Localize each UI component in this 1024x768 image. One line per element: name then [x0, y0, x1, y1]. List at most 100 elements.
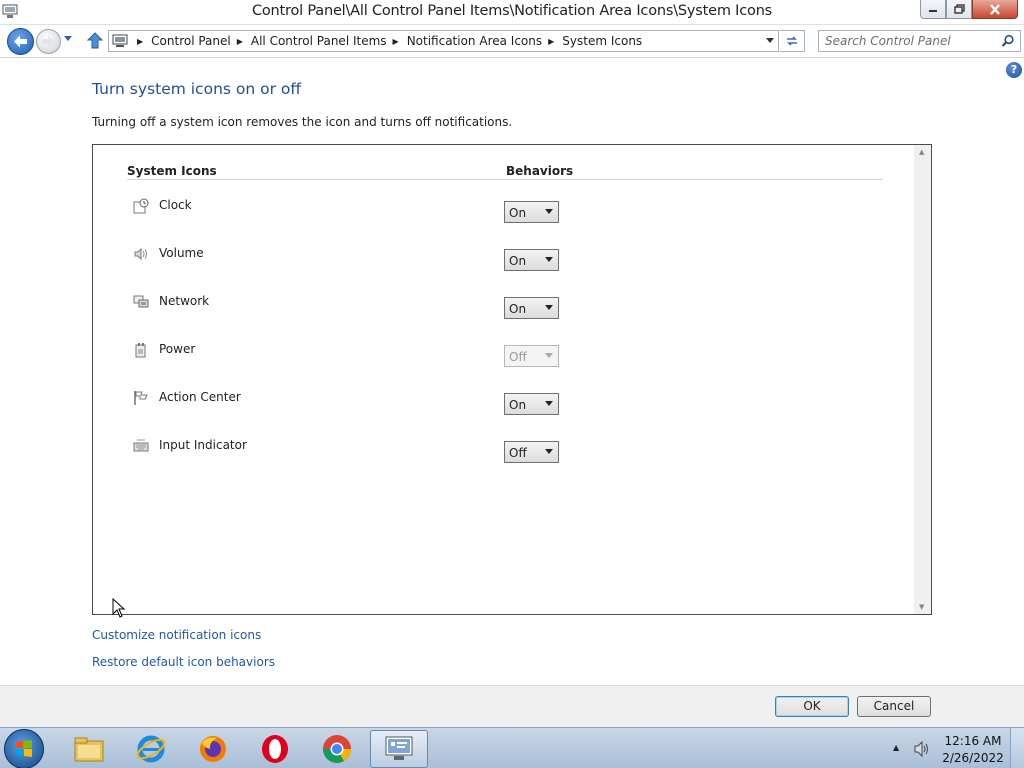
input-indicator-behavior-dropdown[interactable]: Off — [504, 441, 559, 463]
keyboard-icon — [133, 439, 149, 452]
breadcrumb-separator-icon[interactable]: ▶ — [548, 37, 554, 46]
breadcrumb-system-icons[interactable]: System Icons — [562, 34, 642, 48]
forward-button[interactable] — [36, 29, 61, 54]
breadcrumb-control-panel[interactable]: Control Panel — [151, 34, 231, 48]
system-icons-list: System Icons Behaviors Clock On Volume O… — [92, 144, 932, 615]
breadcrumb-all-items[interactable]: All Control Panel Items — [251, 34, 387, 48]
row-label-network: Network — [159, 294, 210, 308]
power-icon — [135, 343, 146, 358]
column-header-system-icons: System Icons — [127, 164, 217, 178]
clock-time: 12:16 AM — [944, 734, 1002, 748]
network-icon — [133, 295, 149, 308]
row-label-power: Power — [159, 342, 196, 356]
row-label-input-indicator: Input Indicator — [159, 438, 247, 452]
breadcrumb-separator-icon[interactable]: ▶ — [137, 37, 143, 46]
dropdown-arrow-icon — [545, 305, 553, 310]
action-center-behavior-dropdown[interactable]: On — [504, 393, 559, 415]
breadcrumb-separator-icon[interactable]: ▶ — [393, 37, 399, 46]
close-icon — [990, 3, 1000, 15]
chrome-icon — [323, 735, 351, 763]
scroll-up-icon[interactable]: ▲ — [919, 148, 924, 156]
dialog-footer: OK Cancel — [0, 686, 1024, 727]
row-label-action-center: Action Center — [159, 390, 241, 404]
customize-notification-icons-link[interactable]: Customize notification icons — [92, 628, 261, 642]
dropdown-value: On — [509, 254, 527, 268]
dropdown-value: Off — [509, 350, 527, 364]
cancel-button[interactable]: Cancel — [857, 696, 931, 717]
power-behavior-dropdown: Off — [504, 345, 559, 367]
dropdown-value: On — [509, 302, 527, 316]
scroll-down-icon[interactable]: ▼ — [919, 603, 924, 611]
address-dropdown-icon[interactable] — [765, 35, 775, 45]
restore-icon — [953, 4, 965, 14]
flag-icon — [134, 391, 148, 405]
window-controls — [920, 0, 1018, 19]
opera-icon — [262, 735, 288, 763]
taskbar-control-panel[interactable] — [370, 730, 428, 768]
control-panel-icon — [385, 736, 413, 760]
show-hidden-icons-chevron-icon[interactable]: ▲ — [893, 743, 899, 752]
windows-logo-icon — [16, 740, 32, 757]
restore-default-behaviors-link[interactable]: Restore default icon behaviors — [92, 655, 275, 669]
title-bar: Control Panel\All Control Panel Items\No… — [0, 0, 1024, 25]
tray-volume-icon[interactable] — [913, 741, 931, 757]
clock-icon — [133, 198, 149, 214]
clock-behavior-dropdown[interactable]: On — [504, 201, 559, 223]
refresh-button[interactable] — [780, 30, 805, 52]
taskbar-file-explorer[interactable] — [60, 730, 118, 768]
search-box — [818, 30, 1021, 52]
taskbar-opera[interactable] — [246, 730, 304, 768]
navigation-bar: ▶ Control Panel ▶ All Control Panel Item… — [0, 25, 1024, 58]
breadcrumb-separator-icon[interactable]: ▶ — [237, 37, 243, 46]
breadcrumb-notification-area-icons[interactable]: Notification Area Icons — [407, 34, 542, 48]
minimize-icon — [929, 10, 937, 12]
mouse-cursor-icon — [112, 598, 126, 618]
start-button[interactable] — [4, 729, 44, 768]
system-clock[interactable]: 12:16 AM 2/26/2022 — [940, 733, 1006, 767]
taskbar-internet-explorer[interactable] — [122, 730, 180, 768]
dropdown-arrow-icon — [545, 449, 553, 454]
up-arrow-icon[interactable] — [87, 32, 103, 50]
breadcrumb: ▶ Control Panel ▶ All Control Panel Item… — [131, 34, 642, 48]
network-behavior-dropdown[interactable]: On — [504, 297, 559, 319]
minimize-button[interactable] — [920, 0, 946, 19]
column-header-behaviors: Behaviors — [506, 164, 574, 178]
back-button[interactable] — [7, 28, 34, 55]
taskbar-chrome[interactable] — [308, 730, 366, 768]
refresh-icon — [787, 36, 797, 46]
taskbar: ▲ 12:16 AM 2/26/2022 — [0, 727, 1024, 768]
back-arrow-icon — [14, 35, 27, 48]
ok-button[interactable]: OK — [775, 696, 849, 717]
window-title: Control Panel\All Control Panel Items\No… — [251, 3, 773, 19]
row-label-clock: Clock — [159, 198, 192, 212]
forward-arrow-icon — [42, 35, 54, 48]
page-description: Turning off a system icon removes the ic… — [92, 115, 513, 129]
close-button[interactable] — [972, 0, 1018, 19]
header-divider — [127, 179, 883, 180]
dropdown-arrow-icon — [545, 257, 553, 262]
volume-icon — [134, 247, 147, 261]
file-explorer-icon — [74, 737, 104, 762]
dropdown-arrow-icon — [545, 209, 553, 214]
address-bar[interactable]: ▶ Control Panel ▶ All Control Panel Item… — [108, 30, 779, 52]
search-icon[interactable] — [1001, 34, 1015, 48]
internet-explorer-icon — [136, 735, 166, 763]
dropdown-value: Off — [509, 446, 527, 460]
show-desktop-button[interactable] — [1010, 728, 1024, 768]
clock-date: 2/26/2022 — [942, 751, 1004, 765]
search-input[interactable] — [825, 34, 995, 48]
help-icon[interactable]: ? — [1006, 62, 1022, 78]
vertical-scrollbar[interactable]: ▲ ▼ — [914, 145, 931, 614]
row-label-volume: Volume — [159, 246, 204, 260]
dropdown-arrow-icon — [545, 353, 553, 358]
computer-icon — [112, 34, 128, 47]
dropdown-arrow-icon — [545, 401, 553, 406]
firefox-icon — [200, 736, 226, 762]
restore-button[interactable] — [946, 0, 972, 19]
dropdown-value: On — [509, 206, 527, 220]
recent-pages-dropdown-icon[interactable] — [63, 35, 73, 43]
page-title: Turn system icons on or off — [92, 80, 302, 98]
dropdown-value: On — [509, 398, 527, 412]
taskbar-firefox[interactable] — [184, 730, 242, 768]
volume-behavior-dropdown[interactable]: On — [504, 249, 559, 271]
